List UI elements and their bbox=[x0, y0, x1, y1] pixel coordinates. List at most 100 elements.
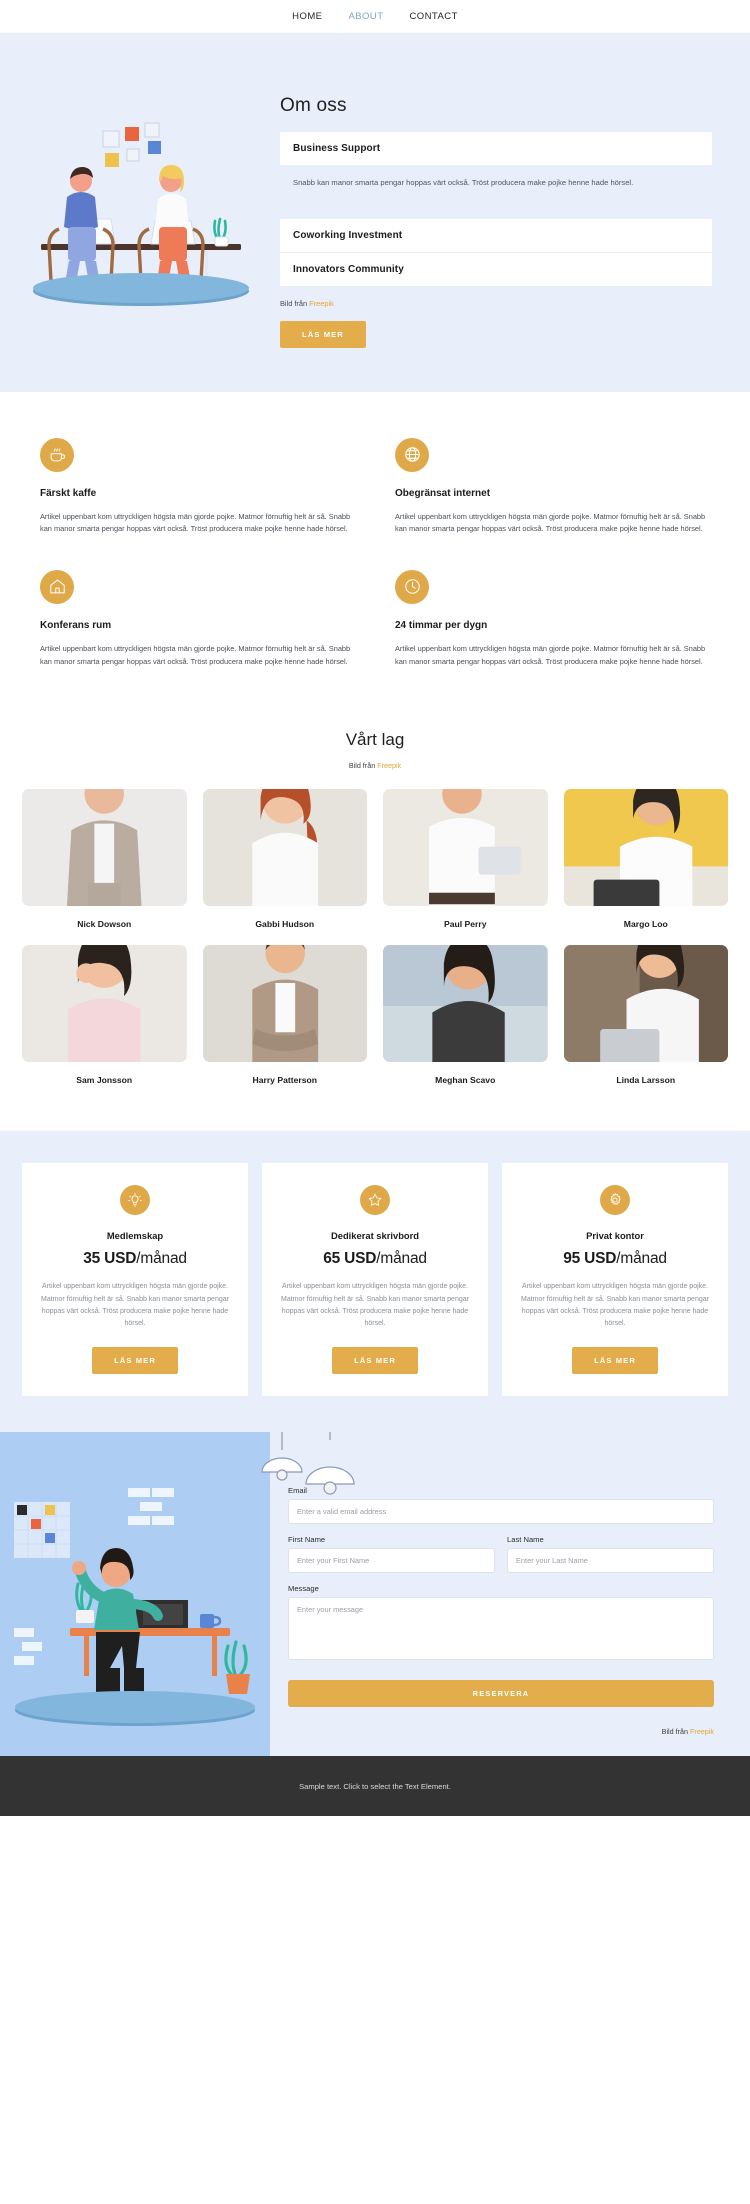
reserve-submit-button[interactable]: RESERVERA bbox=[288, 1680, 714, 1708]
top-navigation: HOME ABOUT CONTACT bbox=[0, 0, 750, 33]
team-grid: Nick Dowson Gabbi Hudson Paul Perry Marg… bbox=[22, 789, 728, 1085]
credit-prefix: Bild från bbox=[280, 298, 310, 308]
credit-link-freepik[interactable]: Freepik bbox=[309, 299, 334, 308]
team-member-name: Gabbi Hudson bbox=[255, 919, 315, 930]
accordion-collapsed-panels: Coworking Investment Innovators Communit… bbox=[280, 218, 712, 286]
feature-item-conference-room: Konferans rum Artikel uppenbart kom uttr… bbox=[40, 569, 355, 668]
first-name-input[interactable] bbox=[288, 1548, 495, 1574]
pricing-section: Medlemskap 35 USD/månad Artikel uppenbar… bbox=[0, 1131, 750, 1433]
last-name-label: Last Name bbox=[507, 1535, 544, 1545]
feature-title: Obegränsat internet bbox=[395, 487, 491, 499]
accordion-header-innovators-community[interactable]: Innovators Community bbox=[280, 252, 712, 286]
team-image-credit: Bild från Freepik bbox=[22, 761, 728, 770]
first-name-field-group: First Name bbox=[288, 1535, 495, 1574]
woman-at-desk-illustration-svg bbox=[0, 1432, 270, 1728]
coworking-illustration-svg bbox=[33, 122, 249, 306]
pricing-description: Artikel uppenbart kom uttryckligen högst… bbox=[281, 1283, 469, 1328]
team-member-name: Sam Jonsson bbox=[76, 1075, 133, 1086]
name-fields-row: First Name Last Name bbox=[288, 1535, 714, 1574]
accordion-open-panel: Business Support Snabb kan manor smarta … bbox=[280, 132, 712, 206]
pricing-amount-period: /månad bbox=[376, 1250, 427, 1268]
team-member-photo bbox=[563, 789, 728, 907]
globe-icon bbox=[395, 437, 429, 472]
page-title: Om oss bbox=[280, 95, 347, 116]
pricing-plan-name: Medlemskap bbox=[106, 1230, 164, 1242]
gear-icon bbox=[600, 1185, 630, 1216]
last-name-field-group: Last Name bbox=[507, 1535, 714, 1574]
accordion-header-business-support[interactable]: Business Support bbox=[280, 132, 712, 165]
clock-icon bbox=[395, 569, 429, 604]
hero-content: Om oss Business Support Snabb kan manor … bbox=[280, 69, 750, 348]
hero-illustration bbox=[15, 69, 280, 319]
team-member-card[interactable]: Margo Loo bbox=[563, 789, 728, 930]
team-member-card[interactable]: Nick Dowson bbox=[22, 789, 187, 929]
pricing-description: Artikel uppenbart kom uttryckligen högst… bbox=[521, 1283, 709, 1328]
pricing-amount: 35 USD/månad bbox=[38, 1250, 232, 1268]
footer: Sample text. Click to select the Text El… bbox=[0, 1756, 750, 1817]
pricing-read-more-button[interactable]: LÄS MER bbox=[92, 1347, 178, 1375]
team-heading: Vårt lag bbox=[345, 730, 405, 750]
team-member-photo bbox=[22, 945, 187, 1063]
pricing-read-more-button[interactable]: LÄS MER bbox=[332, 1347, 418, 1375]
credit-prefix: Bild från bbox=[661, 1727, 691, 1737]
feature-text: Artikel uppenbart kom uttryckligen högst… bbox=[40, 643, 351, 666]
hero-image-credit: Bild från Freepik bbox=[280, 299, 712, 308]
credit-prefix: Bild från bbox=[348, 761, 378, 771]
team-member-name: Nick Dowson bbox=[77, 919, 132, 930]
nav-item-contact[interactable]: CONTACT bbox=[409, 11, 457, 22]
team-member-photo bbox=[563, 945, 728, 1063]
pricing-plan-name: Privat kontor bbox=[586, 1230, 644, 1242]
accordion-header-coworking-investment[interactable]: Coworking Investment bbox=[280, 218, 712, 253]
team-member-card[interactable]: Meghan Scavo bbox=[383, 945, 548, 1085]
feature-item-unlimited-internet: Obegränsat internet Artikel uppenbart ko… bbox=[395, 437, 710, 536]
team-member-card[interactable]: Gabbi Hudson bbox=[202, 789, 367, 930]
pricing-amount-period: /månad bbox=[136, 1250, 187, 1268]
feature-text: Artikel uppenbart kom uttryckligen högst… bbox=[395, 643, 706, 666]
feature-title: 24 timmar per dygn bbox=[395, 619, 488, 631]
message-textarea[interactable] bbox=[288, 1597, 714, 1661]
team-member-name: Paul Perry bbox=[443, 919, 487, 930]
feature-title: Konferans rum bbox=[40, 619, 112, 631]
credit-link-freepik[interactable]: Freepik bbox=[690, 1727, 714, 1736]
team-member-photo bbox=[383, 789, 548, 907]
nav-item-about[interactable]: ABOUT bbox=[348, 11, 383, 22]
footer-text[interactable]: Sample text. Click to select the Text El… bbox=[299, 1782, 451, 1791]
team-member-name: Meghan Scavo bbox=[435, 1075, 496, 1086]
pricing-card-dedicated-desk: Dedikerat skrivbord 65 USD/månad Artikel… bbox=[262, 1163, 488, 1397]
pricing-read-more-button[interactable]: LÄS MER bbox=[572, 1347, 658, 1375]
pricing-description: Artikel uppenbart kom uttryckligen högst… bbox=[41, 1283, 229, 1328]
pricing-amount: 95 USD/månad bbox=[518, 1250, 712, 1268]
house-icon bbox=[40, 569, 74, 604]
nav-item-home[interactable]: HOME bbox=[292, 11, 322, 22]
team-member-card[interactable]: Harry Patterson bbox=[202, 945, 367, 1086]
first-name-label: First Name bbox=[288, 1535, 326, 1545]
pricing-plan-name: Dedikerat skrivbord bbox=[330, 1230, 420, 1242]
team-member-name: Harry Patterson bbox=[252, 1075, 317, 1086]
team-member-name: Linda Larsson bbox=[616, 1075, 676, 1086]
team-member-card[interactable]: Paul Perry bbox=[383, 789, 548, 929]
contact-illustration bbox=[0, 1432, 355, 1757]
pricing-amount: 65 USD/månad bbox=[278, 1250, 472, 1268]
pricing-card-membership: Medlemskap 35 USD/månad Artikel uppenbar… bbox=[22, 1163, 248, 1397]
accordion-body-business-support: Snabb kan manor smarta pengar hoppas vär… bbox=[293, 178, 634, 187]
message-label: Message bbox=[288, 1584, 319, 1594]
hero-read-more-button[interactable]: LÄS MER bbox=[280, 320, 366, 348]
last-name-input[interactable] bbox=[507, 1548, 714, 1574]
feature-item-24-hours: 24 timmar per dygn Artikel uppenbart kom… bbox=[395, 569, 710, 668]
team-member-name: Margo Loo bbox=[623, 919, 668, 930]
star-icon bbox=[360, 1185, 390, 1216]
page-root: HOME ABOUT CONTACT Om oss Business Suppo… bbox=[0, 0, 750, 1817]
pricing-card-private-office: Privat kontor 95 USD/månad Artikel uppen… bbox=[502, 1163, 728, 1397]
email-input[interactable] bbox=[288, 1499, 714, 1525]
hero-section: Om oss Business Support Snabb kan manor … bbox=[0, 33, 750, 392]
contact-image-credit: Bild från Freepik bbox=[288, 1727, 714, 1736]
pricing-amount-value: 35 USD bbox=[83, 1250, 137, 1268]
team-member-photo bbox=[383, 945, 548, 1063]
team-member-card[interactable]: Linda Larsson bbox=[563, 945, 728, 1086]
pricing-amount-value: 95 USD bbox=[563, 1250, 617, 1268]
hanging-lamps-icon bbox=[261, 1432, 355, 1496]
credit-link-freepik[interactable]: Freepik bbox=[377, 761, 401, 770]
team-section: Vårt lag Bild från Freepik Nick Dowson G… bbox=[0, 698, 750, 1132]
pricing-amount-period: /månad bbox=[616, 1250, 667, 1268]
team-member-card[interactable]: Sam Jonsson bbox=[22, 945, 187, 1085]
